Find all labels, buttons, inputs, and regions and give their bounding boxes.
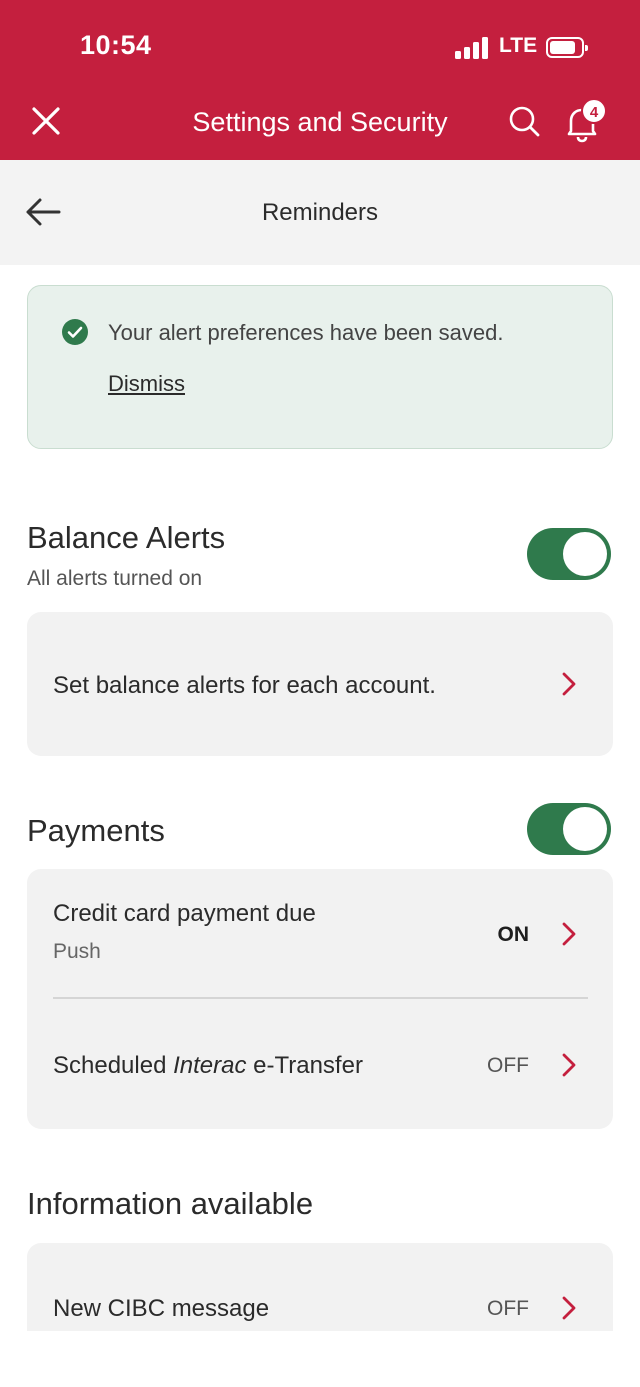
balance-alerts-subtitle: All alerts turned on xyxy=(27,567,203,590)
check-circle-icon xyxy=(62,319,88,345)
network-type: LTE xyxy=(499,34,538,57)
status-time: 10:54 xyxy=(80,30,152,60)
search-icon[interactable] xyxy=(506,104,542,140)
credit-card-payment-channel: Push xyxy=(53,940,101,963)
subheader-title: Reminders xyxy=(261,199,379,226)
balance-alerts-title: Balance Alerts xyxy=(27,520,226,555)
back-arrow-icon[interactable] xyxy=(24,195,62,229)
chevron-right-icon[interactable] xyxy=(560,1052,578,1078)
payments-toggle[interactable] xyxy=(527,803,611,855)
confirmation-banner xyxy=(27,285,613,449)
balance-alerts-toggle[interactable] xyxy=(527,528,611,580)
payments-title: Payments xyxy=(27,813,165,848)
chevron-right-icon[interactable] xyxy=(560,1295,578,1321)
battery-icon xyxy=(546,37,588,58)
page-title: Settings and Security xyxy=(192,107,448,137)
close-icon[interactable] xyxy=(28,103,64,139)
credit-card-payment-label: Credit card payment due xyxy=(53,900,316,927)
information-title: Information available xyxy=(27,1186,314,1221)
chevron-right-icon[interactable] xyxy=(560,671,578,697)
interac-transfer-status: OFF xyxy=(487,1054,529,1077)
balance-alerts-row-label: Set balance alerts for each account. xyxy=(53,672,436,699)
credit-card-payment-status: ON xyxy=(497,923,530,946)
app-header: 10:54 LTE Settings and Security 4 xyxy=(0,0,640,160)
new-message-status: OFF xyxy=(487,1297,529,1320)
signal-icon xyxy=(455,37,489,59)
confirmation-message: Your alert preferences have been saved. xyxy=(108,320,504,345)
interac-transfer-label: Scheduled Interac e-Transfer xyxy=(53,1052,363,1079)
new-message-label: New CIBC message xyxy=(53,1295,270,1322)
notification-badge: 4 xyxy=(581,98,607,124)
status-bar: 10:54 LTE xyxy=(0,0,640,95)
chevron-right-icon[interactable] xyxy=(560,921,578,947)
dismiss-link[interactable]: Dismiss xyxy=(108,371,185,397)
